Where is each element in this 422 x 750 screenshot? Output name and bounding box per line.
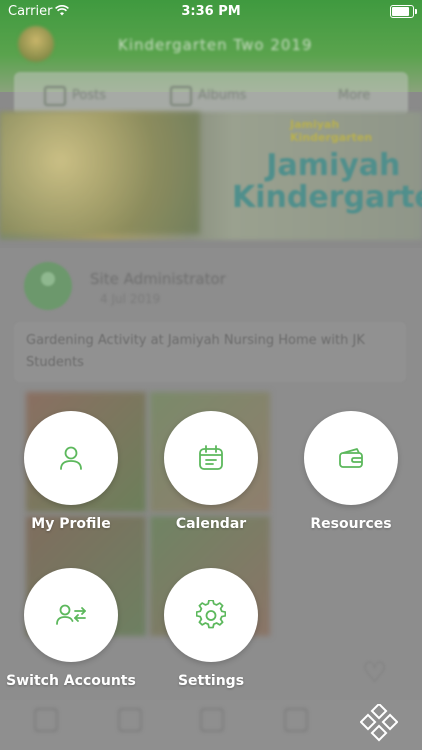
- switch-user-icon: [56, 604, 86, 625]
- calendar-button[interactable]: [164, 411, 258, 505]
- user-icon: [60, 446, 82, 470]
- menu-calendar[interactable]: Calendar: [146, 411, 276, 532]
- menu-switch-accounts[interactable]: Switch Accounts: [6, 568, 136, 689]
- settings-button[interactable]: [164, 568, 258, 662]
- menu-my-profile[interactable]: My Profile: [6, 411, 136, 532]
- banner-photo: [0, 112, 200, 234]
- class-title: Kindergarten Two 2019: [118, 36, 313, 54]
- post-author: Site Administrator: [90, 270, 226, 288]
- menu-toggle-icon[interactable]: [360, 704, 398, 742]
- nav-icon: [284, 708, 308, 732]
- battery-icon: [390, 5, 417, 18]
- gear-icon: [196, 600, 226, 629]
- calendar-icon: [199, 445, 223, 470]
- tab-albums: Albums: [198, 88, 247, 103]
- status-bar: Carrier 3:36 PM: [0, 0, 422, 24]
- nav-icon: [200, 708, 224, 732]
- nav-icon: [118, 708, 142, 732]
- class-avatar: [18, 26, 54, 62]
- banner-small-text: Jamiyah Kindergarten: [290, 118, 373, 144]
- clock: 3:36 PM: [181, 4, 241, 19]
- banner-brand: Jamiyah Kindergarte: [232, 148, 422, 215]
- albums-tab-icon: [170, 86, 192, 106]
- switch-accounts-button[interactable]: [24, 568, 118, 662]
- menu-label: Resources: [310, 516, 392, 532]
- menu-resources[interactable]: Resources: [286, 411, 416, 532]
- menu-label: Switch Accounts: [6, 673, 136, 689]
- my-profile-button[interactable]: [24, 411, 118, 505]
- menu-settings[interactable]: Settings: [146, 568, 276, 689]
- posts-tab-icon: [44, 86, 66, 106]
- menu-label: My Profile: [31, 516, 111, 532]
- menu-label: Calendar: [175, 516, 247, 532]
- resources-button[interactable]: [304, 411, 398, 505]
- home-nav-icon: [34, 708, 58, 732]
- wallet-icon: [339, 448, 363, 468]
- tab-more: More: [338, 88, 371, 103]
- post-author-avatar: [24, 262, 72, 310]
- post-text-box: Gardening Activity at Jamiyah Nursing Ho…: [14, 322, 406, 382]
- post-text: Gardening Activity at Jamiyah Nursing Ho…: [26, 333, 365, 370]
- tab-posts: Posts: [72, 88, 106, 103]
- menu-label: Settings: [177, 673, 245, 689]
- post-date: 4 Jul 2019: [100, 292, 161, 306]
- heart-icon: ♡: [362, 656, 388, 689]
